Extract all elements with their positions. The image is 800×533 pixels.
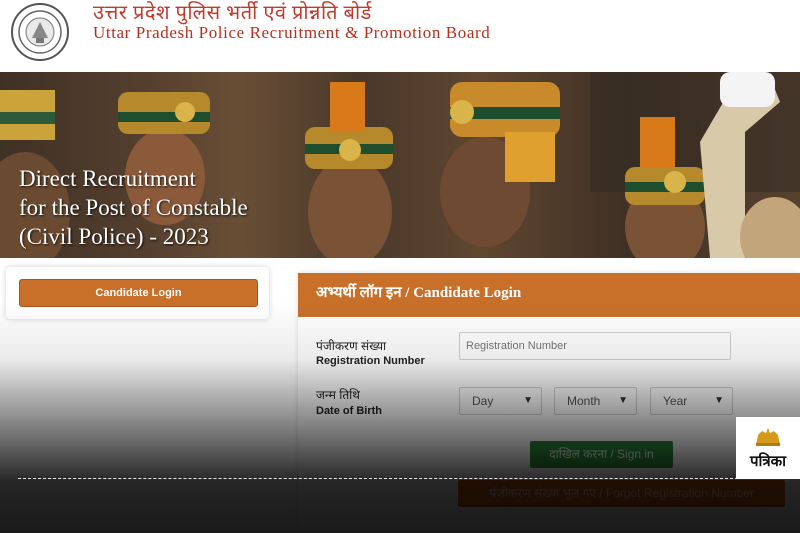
- board-title-english: Uttar Pradesh Police Recruitment & Promo…: [93, 23, 491, 42]
- registration-number-input[interactable]: Registration Number: [459, 332, 731, 360]
- hero-banner: Direct Recruitment for the Post of Const…: [0, 72, 800, 258]
- candidate-login-panel: अभ्यर्थी लॉग इन / Candidate Login पंजीकर…: [298, 273, 800, 533]
- registration-label-english: Registration Number: [316, 355, 425, 367]
- patrika-logo-text: पत्रिका: [749, 453, 787, 470]
- board-title-hindi: उत्तर प्रदेश पुलिस भर्ती एवं प्रोन्नति ब…: [93, 2, 372, 24]
- dob-label-hindi: जन्म तिथि: [316, 388, 360, 402]
- banner-line-1: Direct Recruitment: [19, 166, 196, 191]
- dob-day-select[interactable]: Day ▼: [459, 387, 542, 415]
- dob-year-value: Year: [663, 394, 688, 408]
- dashed-divider: [18, 478, 738, 479]
- forgot-registration-button[interactable]: पंजीकरण संख्या भूल गए / Forgot Registrat…: [458, 480, 785, 507]
- banner-heading: Direct Recruitment for the Post of Const…: [19, 164, 248, 251]
- banner-line-2: for the Post of Constable: [19, 195, 248, 220]
- dob-month-select[interactable]: Month ▼: [554, 387, 637, 415]
- up-police-emblem-icon: [11, 3, 69, 61]
- site-header: उत्तर प्रदेश पुलिस भर्ती एवं प्रोन्नति ब…: [0, 0, 800, 72]
- sign-in-button[interactable]: दाखिल करना / Sign in: [530, 441, 673, 468]
- candidate-login-menu-button[interactable]: Candidate Login: [19, 279, 258, 307]
- dob-year-select[interactable]: Year ▼: [650, 387, 733, 415]
- registration-label-hindi: पंजीकरण संख्या: [316, 339, 387, 353]
- chevron-down-icon: ▼: [523, 395, 533, 406]
- chevron-down-icon: ▼: [714, 395, 724, 406]
- dob-day-value: Day: [472, 394, 494, 408]
- banner-line-3: (Civil Police) - 2023: [19, 224, 209, 249]
- chevron-down-icon: ▼: [618, 395, 628, 406]
- login-panel-title: अभ्यर्थी लॉग इन / Candidate Login: [298, 273, 800, 317]
- sidebar-menu: Candidate Login: [6, 267, 269, 319]
- dob-month-value: Month: [567, 394, 601, 408]
- dob-label-english: Date of Birth: [316, 405, 382, 417]
- patrika-watermark-logo: पत्रिका: [736, 417, 800, 479]
- lion-emblem-icon: [756, 428, 780, 446]
